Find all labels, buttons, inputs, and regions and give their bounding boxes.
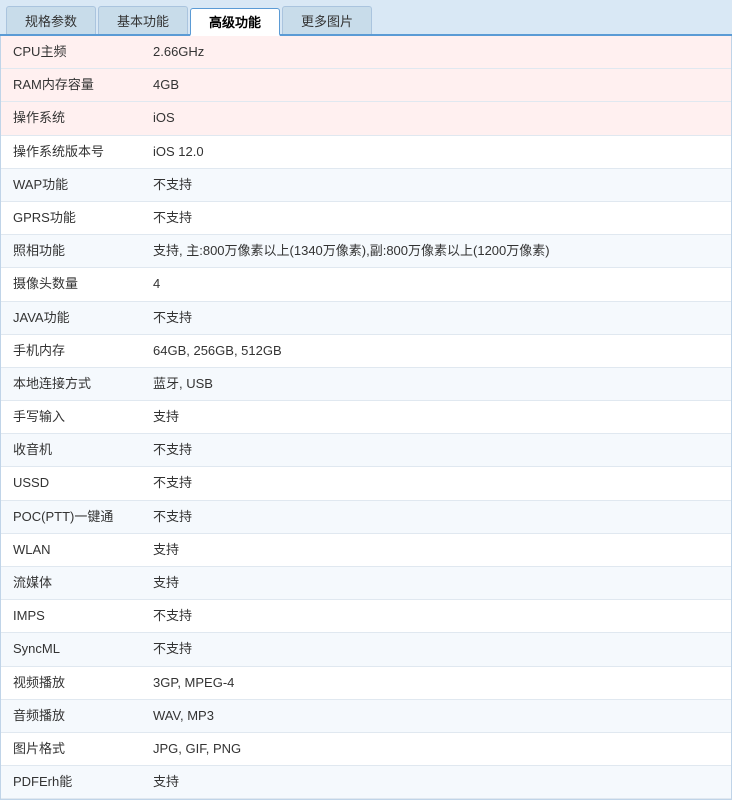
table-row: WLAN支持 [1,533,731,566]
spec-value: 不支持 [141,301,731,334]
spec-label: 照相功能 [1,235,141,268]
table-row: 照相功能支持, 主:800万像素以上(1340万像素),副:800万像素以上(1… [1,235,731,268]
spec-label: JAVA功能 [1,301,141,334]
spec-label: 摄像头数量 [1,268,141,301]
table-row: 图片格式JPG, GIF, PNG [1,732,731,765]
table-row: 摄像头数量4 [1,268,731,301]
table-row: POC(PTT)一键通不支持 [1,500,731,533]
spec-label: PDFErh能 [1,766,141,799]
spec-label: 视频播放 [1,666,141,699]
spec-label: 图片格式 [1,732,141,765]
table-row: RAM内存容量4GB [1,69,731,102]
spec-value: 支持 [141,766,731,799]
table-row: 音频播放WAV, MP3 [1,699,731,732]
spec-label: SyncML [1,633,141,666]
spec-label: 收音机 [1,434,141,467]
spec-value: iOS [141,102,731,135]
spec-label: 本地连接方式 [1,367,141,400]
spec-label: POC(PTT)一键通 [1,500,141,533]
spec-value: 不支持 [141,633,731,666]
spec-label: 音频播放 [1,699,141,732]
table-row: 收音机不支持 [1,434,731,467]
spec-value: 不支持 [141,467,731,500]
spec-value: 64GB, 256GB, 512GB [141,334,731,367]
spec-label: GPRS功能 [1,201,141,234]
table-row: 手机内存64GB, 256GB, 512GB [1,334,731,367]
content-area: CPU主频2.66GHzRAM内存容量4GB操作系统iOS操作系统版本号iOS … [0,36,732,800]
spec-label: RAM内存容量 [1,69,141,102]
spec-value: 支持, 主:800万像素以上(1340万像素),副:800万像素以上(1200万… [141,235,731,268]
table-row: 流媒体支持 [1,567,731,600]
spec-label: WAP功能 [1,168,141,201]
spec-value: iOS 12.0 [141,135,731,168]
spec-value: 4GB [141,69,731,102]
table-row: IMPS不支持 [1,600,731,633]
spec-value: WAV, MP3 [141,699,731,732]
table-row: 本地连接方式蓝牙, USB [1,367,731,400]
table-row: SyncML不支持 [1,633,731,666]
spec-value: 支持 [141,533,731,566]
spec-value: 支持 [141,401,731,434]
table-row: 操作系统iOS [1,102,731,135]
spec-value: 2.66GHz [141,36,731,69]
table-row: WAP功能不支持 [1,168,731,201]
spec-value: 蓝牙, USB [141,367,731,400]
specs-table: CPU主频2.66GHzRAM内存容量4GB操作系统iOS操作系统版本号iOS … [1,36,731,799]
spec-value: 不支持 [141,201,731,234]
spec-label: 流媒体 [1,567,141,600]
table-row: PDFErh能支持 [1,766,731,799]
spec-value: 不支持 [141,600,731,633]
table-row: 操作系统版本号iOS 12.0 [1,135,731,168]
tab-basic[interactable]: 基本功能 [98,6,188,34]
tab-photos[interactable]: 更多图片 [282,6,372,34]
tabs-container: 规格参数基本功能高级功能更多图片 [0,0,732,36]
tab-specs[interactable]: 规格参数 [6,6,96,34]
spec-value: 不支持 [141,168,731,201]
spec-value: 支持 [141,567,731,600]
table-row: 视频播放3GP, MPEG-4 [1,666,731,699]
table-row: JAVA功能不支持 [1,301,731,334]
spec-label: 手写输入 [1,401,141,434]
spec-label: USSD [1,467,141,500]
spec-label: 手机内存 [1,334,141,367]
spec-label: 操作系统 [1,102,141,135]
spec-value: JPG, GIF, PNG [141,732,731,765]
spec-value: 4 [141,268,731,301]
spec-label: WLAN [1,533,141,566]
table-row: CPU主频2.66GHz [1,36,731,69]
table-row: GPRS功能不支持 [1,201,731,234]
spec-value: 不支持 [141,434,731,467]
spec-label: 操作系统版本号 [1,135,141,168]
table-row: 手写输入支持 [1,401,731,434]
table-row: USSD不支持 [1,467,731,500]
spec-label: CPU主频 [1,36,141,69]
spec-label: IMPS [1,600,141,633]
spec-value: 3GP, MPEG-4 [141,666,731,699]
spec-value: 不支持 [141,500,731,533]
tab-advanced[interactable]: 高级功能 [190,8,280,36]
